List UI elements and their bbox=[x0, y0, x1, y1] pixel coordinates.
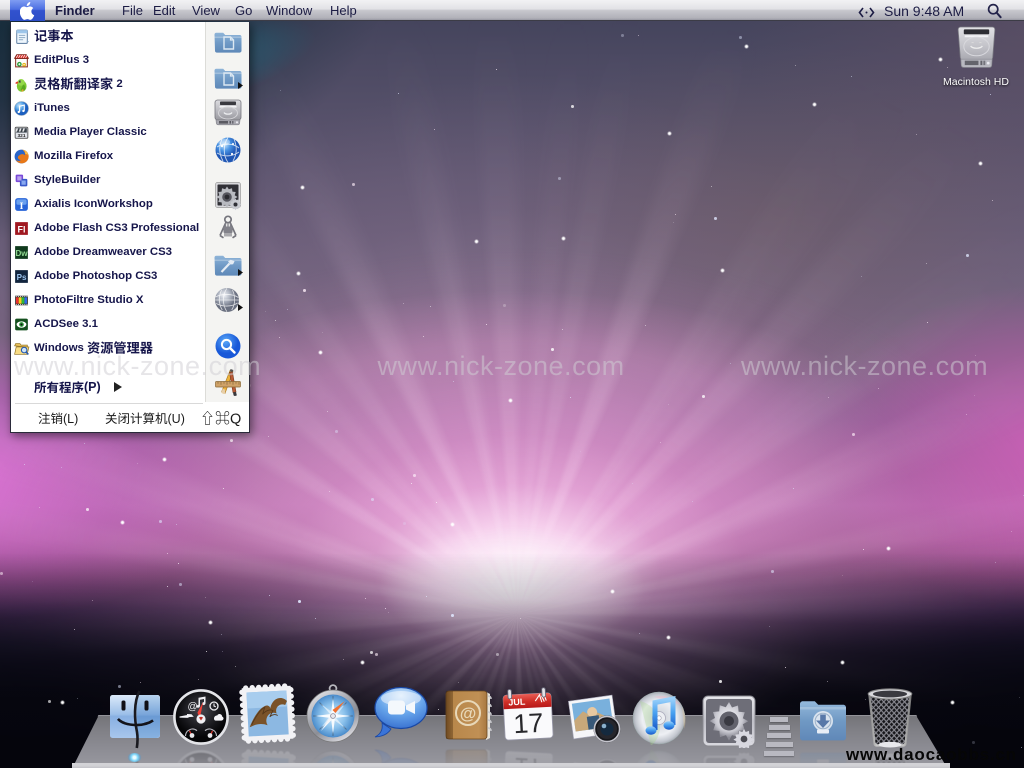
svg-text:Dw: Dw bbox=[15, 249, 28, 258]
svg-text:321: 321 bbox=[18, 132, 26, 138]
svg-text:Fl: Fl bbox=[18, 224, 26, 234]
svg-text:I: I bbox=[20, 201, 24, 212]
svg-text:Ps: Ps bbox=[17, 273, 27, 282]
svg-text:@: @ bbox=[188, 702, 198, 713]
svg-text:17: 17 bbox=[513, 708, 545, 740]
svg-text:@: @ bbox=[460, 704, 477, 723]
